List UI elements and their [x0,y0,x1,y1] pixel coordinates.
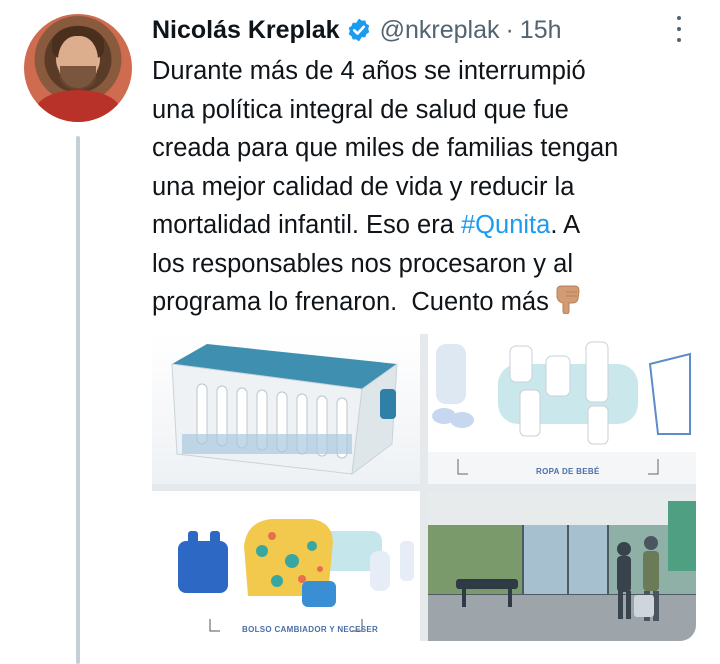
image-caption: ROPA DE BEBÉ [536,467,600,476]
avatar-beard [60,66,96,90]
tweet-line-text: mortalidad infantil. Eso era [152,211,461,239]
author-handle[interactable]: @nkreplak [380,16,500,45]
tweet-line: programa lo frenaron. Cuento más [152,283,712,322]
thread-line [76,136,80,664]
author-avatar[interactable] [24,14,132,122]
author-name[interactable]: Nicolás Kreplak [152,16,340,45]
tweet-line: una política integral de salud que fue [152,95,569,124]
tweet-line: mortalidad infantil. Eso era #Qunita. A [152,206,712,245]
hospital-image [428,491,696,641]
media-grid: ROPA DE BEBÉ BOLSO CAMBIADOR Y NECESER [152,334,696,641]
tweet-line-text: . A [550,211,581,239]
cradle-image [152,334,420,484]
tweet-line: los responsables nos procesaron y al [152,249,573,278]
tweet-timestamp[interactable]: 15h [520,16,562,45]
media-photo-baby-clothes[interactable]: ROPA DE BEBÉ [428,334,696,484]
tweet-line: una mejor calidad de vida y reducir la [152,172,575,201]
media-photo-changing-bag[interactable]: BOLSO CAMBIADOR Y NECESER [152,491,420,641]
more-options-icon[interactable] [673,16,685,42]
hashtag-link[interactable]: #Qunita [461,211,550,239]
pointing-down-hand-icon [556,285,580,314]
tweet-header: Nicolás Kreplak @nkreplak · 15h [152,12,562,48]
tweet-line: creada para que miles de familias tengan [152,134,619,162]
tweet-line-text: programa lo frenaron. Cuento más [152,288,549,316]
avatar-shirt [36,90,120,122]
separator-dot: · [505,15,514,44]
changing-bag-image [152,491,420,641]
image-caption: BOLSO CAMBIADOR Y NECESER [242,625,379,634]
baby-clothes-image [428,334,696,484]
media-photo-cradle[interactable] [152,334,420,484]
tweet-line: Durante más de 4 años se interrumpió [152,57,586,85]
tweet-text: Durante más de 4 años se interrumpió una… [152,52,712,322]
verified-badge-icon [348,18,369,42]
media-photo-hospital[interactable] [428,491,696,641]
